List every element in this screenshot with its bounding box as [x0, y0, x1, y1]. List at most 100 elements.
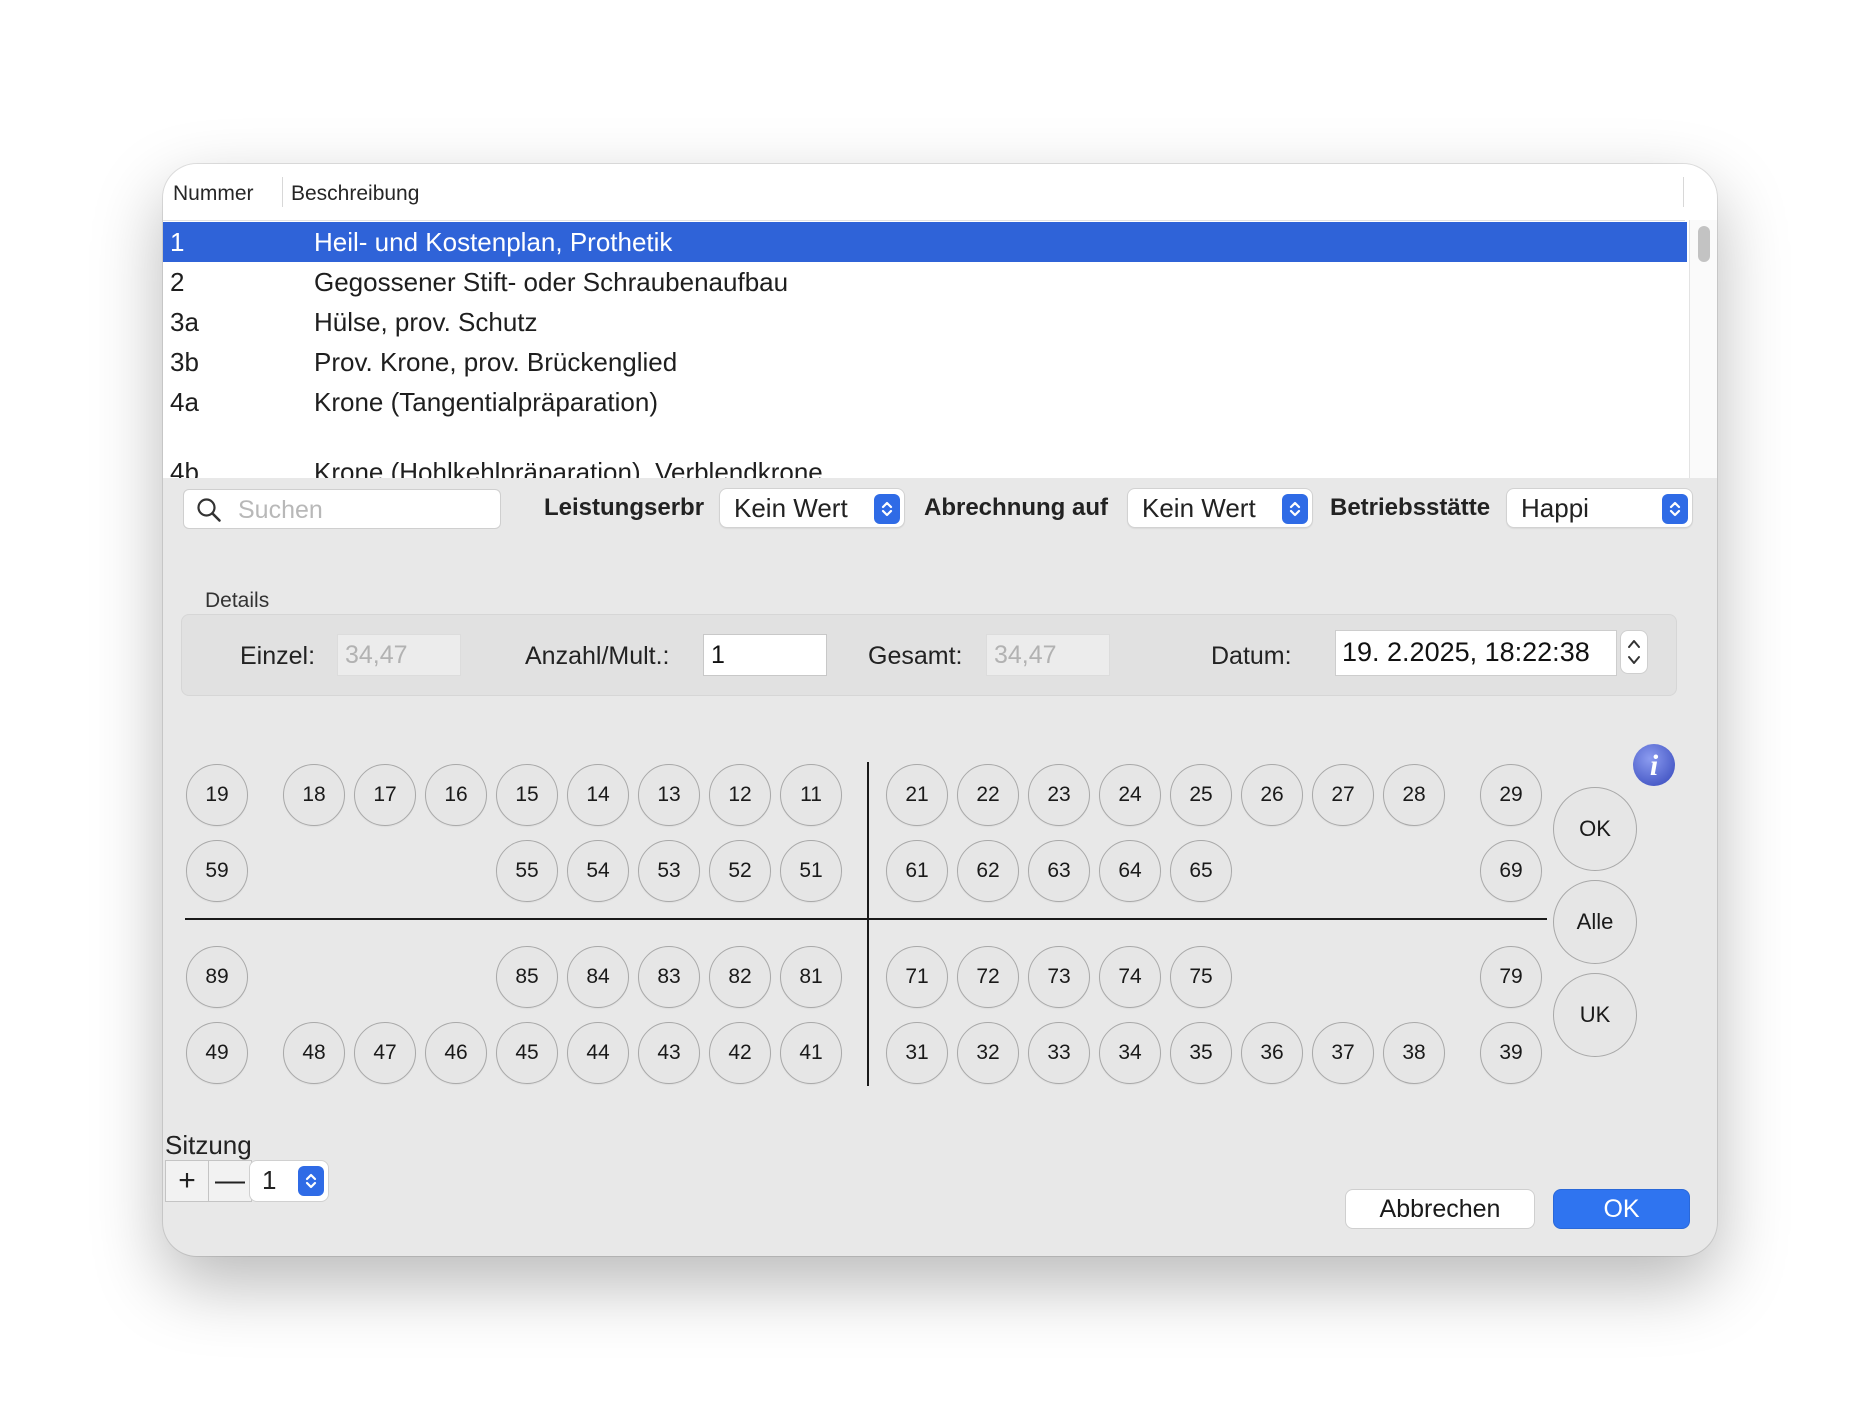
- tooth-button[interactable]: 27: [1312, 764, 1374, 826]
- table-header: Nummer Beschreibung: [163, 164, 1685, 221]
- tooth-button[interactable]: 24: [1099, 764, 1161, 826]
- tooth-button[interactable]: 43: [638, 1022, 700, 1084]
- table-row[interactable]: 4a Krone (Tangentialpräparation): [163, 382, 1687, 422]
- tooth-button[interactable]: 75: [1170, 946, 1232, 1008]
- tooth-button[interactable]: 63: [1028, 840, 1090, 902]
- tooth-button[interactable]: 11: [780, 764, 842, 826]
- tooth-button[interactable]: 23: [1028, 764, 1090, 826]
- tooth-button[interactable]: 53: [638, 840, 700, 902]
- tooth-button[interactable]: 18: [283, 764, 345, 826]
- tooth-button[interactable]: 34: [1099, 1022, 1161, 1084]
- service-table[interactable]: Nummer Beschreibung 1 Heil- und Kostenpl…: [163, 164, 1717, 478]
- tooth-button[interactable]: 13: [638, 764, 700, 826]
- tooth-button[interactable]: 85: [496, 946, 558, 1008]
- session-popup[interactable]: 1: [249, 1160, 329, 1202]
- table-row[interactable]: 4b Krone (Hohlkehlpräparation), Verblend…: [163, 452, 1687, 478]
- tooth-button[interactable]: 62: [957, 840, 1019, 902]
- tooth-button[interactable]: 72: [957, 946, 1019, 1008]
- column-header-description[interactable]: Beschreibung: [291, 182, 419, 206]
- column-separator: [1683, 177, 1684, 207]
- tooth-button[interactable]: 42: [709, 1022, 771, 1084]
- tooth-button[interactable]: 84: [567, 946, 629, 1008]
- tooth-button[interactable]: 41: [780, 1022, 842, 1084]
- tooth-button[interactable]: 71: [886, 946, 948, 1008]
- search-input[interactable]: [236, 494, 490, 526]
- tooth-button[interactable]: 37: [1312, 1022, 1374, 1084]
- betriebsstaette-popup[interactable]: Happi: [1506, 488, 1693, 528]
- session-remove-button[interactable]: —: [208, 1160, 252, 1202]
- tooth-button[interactable]: 81: [780, 946, 842, 1008]
- row-description: Gegossener Stift- oder Schraubenaufbau: [314, 267, 789, 297]
- einzel-field: 34,47: [337, 634, 461, 676]
- tooth-button[interactable]: 32: [957, 1022, 1019, 1084]
- tooth-button[interactable]: 73: [1028, 946, 1090, 1008]
- tooth-button[interactable]: 83: [638, 946, 700, 1008]
- upper-jaw-ok-button[interactable]: OK: [1553, 787, 1637, 871]
- einzel-label: Einzel:: [240, 642, 316, 670]
- abrechnung-popup[interactable]: Kein Wert: [1127, 488, 1313, 528]
- tooth-button[interactable]: 44: [567, 1022, 629, 1084]
- tooth-button[interactable]: 51: [780, 840, 842, 902]
- gesamt-field: 34,47: [986, 634, 1110, 676]
- tooth-button[interactable]: 89: [186, 946, 248, 1008]
- scrollbar-thumb[interactable]: [1698, 226, 1710, 262]
- tooth-button[interactable]: 52: [709, 840, 771, 902]
- tooth-button[interactable]: 65: [1170, 840, 1232, 902]
- tooth-button[interactable]: 39: [1480, 1022, 1542, 1084]
- leistungserbringer-popup[interactable]: Kein Wert: [719, 488, 905, 528]
- tooth-button[interactable]: 28: [1383, 764, 1445, 826]
- table-row[interactable]: 2 Gegossener Stift- oder Schraubenaufbau: [163, 262, 1687, 302]
- tooth-button[interactable]: 45: [496, 1022, 558, 1084]
- tooth-button[interactable]: 46: [425, 1022, 487, 1084]
- tooth-button[interactable]: 36: [1241, 1022, 1303, 1084]
- cancel-button[interactable]: Abbrechen: [1345, 1189, 1535, 1229]
- tooth-button[interactable]: 21: [886, 764, 948, 826]
- info-icon[interactable]: i: [1632, 743, 1676, 787]
- datum-field[interactable]: 19. 2.2025, 18:22:38: [1335, 630, 1617, 676]
- table-row[interactable]: 3b Prov. Krone, prov. Brückenglied: [163, 342, 1687, 382]
- table-row[interactable]: 1 Heil- und Kostenplan, Prothetik: [163, 222, 1687, 262]
- tooth-button[interactable]: 69: [1480, 840, 1542, 902]
- tooth-button[interactable]: 55: [496, 840, 558, 902]
- tooth-button[interactable]: 16: [425, 764, 487, 826]
- tooth-button[interactable]: 26: [1241, 764, 1303, 826]
- vertical-scrollbar[interactable]: [1689, 220, 1717, 478]
- column-header-number[interactable]: Nummer: [173, 182, 254, 206]
- tooth-button[interactable]: 79: [1480, 946, 1542, 1008]
- updown-chevron-icon: [298, 1166, 324, 1196]
- tooth-button[interactable]: 74: [1099, 946, 1161, 1008]
- lower-jaw-uk-button[interactable]: UK: [1553, 973, 1637, 1057]
- date-stepper[interactable]: [1620, 630, 1648, 674]
- row-number: 3b: [170, 347, 199, 377]
- tooth-button[interactable]: 29: [1480, 764, 1542, 826]
- row-number: 1: [170, 227, 185, 257]
- tooth-button[interactable]: 47: [354, 1022, 416, 1084]
- tooth-button[interactable]: 61: [886, 840, 948, 902]
- tooth-button[interactable]: 64: [1099, 840, 1161, 902]
- tooth-button[interactable]: 33: [1028, 1022, 1090, 1084]
- tooth-button[interactable]: 49: [186, 1022, 248, 1084]
- tooth-button[interactable]: 54: [567, 840, 629, 902]
- table-row[interactable]: 3a Hülse, prov. Schutz: [163, 302, 1687, 342]
- select-all-button[interactable]: Alle: [1553, 880, 1637, 964]
- tooth-button[interactable]: 31: [886, 1022, 948, 1084]
- leistungserbringer-label: Leistungserbr: [544, 494, 705, 521]
- tooth-button[interactable]: 38: [1383, 1022, 1445, 1084]
- popup-value: Happi: [1521, 493, 1589, 523]
- tooth-button[interactable]: 35: [1170, 1022, 1232, 1084]
- session-add-button[interactable]: +: [165, 1160, 209, 1202]
- details-title: Details: [205, 589, 270, 612]
- tooth-button[interactable]: 22: [957, 764, 1019, 826]
- tooth-button[interactable]: 82: [709, 946, 771, 1008]
- ok-button[interactable]: OK: [1553, 1189, 1690, 1229]
- tooth-button[interactable]: 19: [186, 764, 248, 826]
- tooth-button[interactable]: 15: [496, 764, 558, 826]
- tooth-button[interactable]: 48: [283, 1022, 345, 1084]
- tooth-button[interactable]: 59: [186, 840, 248, 902]
- tooth-button[interactable]: 17: [354, 764, 416, 826]
- tooth-button[interactable]: 14: [567, 764, 629, 826]
- anzahl-field[interactable]: 1: [703, 634, 827, 676]
- search-field[interactable]: [183, 489, 501, 529]
- tooth-button[interactable]: 25: [1170, 764, 1232, 826]
- tooth-button[interactable]: 12: [709, 764, 771, 826]
